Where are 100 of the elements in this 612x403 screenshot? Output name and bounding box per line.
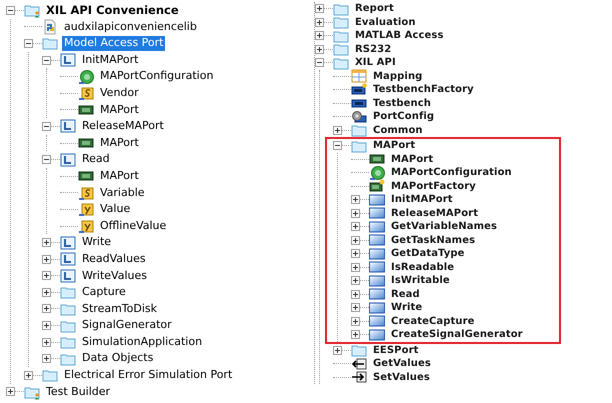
table-icon (351, 68, 367, 84)
tree-item[interactable]: MATLAB Access (353, 30, 446, 42)
tree-item[interactable]: CreateSignalGenerator (389, 329, 525, 340)
expand-toggle[interactable] (315, 18, 324, 27)
tree-item[interactable]: Variable (98, 186, 147, 200)
tree-item[interactable]: TestbenchFactory (371, 84, 476, 96)
tree-item[interactable]: SimulationApplication (80, 334, 204, 350)
tree-item[interactable]: MAPort (98, 168, 141, 184)
tree-item[interactable]: GetDataType (389, 248, 467, 260)
expand-toggle[interactable] (333, 126, 342, 135)
tree-item[interactable]: IsWritable (389, 275, 452, 286)
expand-toggle[interactable] (6, 387, 15, 396)
tree-item[interactable]: PortConfig (371, 111, 436, 122)
expand-toggle[interactable] (315, 4, 324, 14)
tree-item[interactable]: Model Access Port (62, 36, 166, 51)
tree-item[interactable]: ReleaseMAPort (389, 208, 480, 219)
collapse-toggle[interactable] (315, 58, 324, 68)
tree-item[interactable]: audxilapiconveniencelib (62, 20, 199, 34)
tree-item[interactable]: SignalGenerator (80, 318, 174, 333)
framed-l-icon (60, 234, 76, 251)
tree-item[interactable]: GetValues (371, 358, 433, 370)
expand-toggle[interactable] (351, 249, 360, 258)
tree-item[interactable]: Common (371, 124, 425, 136)
tree-item[interactable]: Electrical Error Simulation Port (62, 368, 234, 383)
tree-item[interactable]: XIL API (353, 57, 398, 68)
expand-toggle[interactable] (42, 288, 51, 297)
collapse-toggle[interactable] (6, 6, 15, 15)
tree-item[interactable]: Value (98, 202, 132, 217)
expand-toggle[interactable] (351, 330, 360, 340)
s-square-icon (78, 85, 94, 102)
expand-toggle[interactable] (24, 370, 33, 380)
tree-item[interactable]: Testbench (371, 98, 434, 109)
expand-toggle[interactable] (42, 271, 51, 280)
tree-item[interactable]: CreateCapture (389, 316, 477, 327)
tree-item[interactable]: Capture (80, 285, 128, 300)
tree-item[interactable]: Test Builder (44, 384, 112, 400)
collapse-toggle[interactable] (42, 155, 51, 164)
expand-toggle[interactable] (42, 254, 51, 264)
expand-toggle[interactable] (351, 208, 360, 218)
tree-item[interactable]: Mapping (371, 70, 424, 82)
tree-item[interactable]: ReadValues (80, 252, 148, 266)
expand-toggle[interactable] (351, 236, 360, 245)
window-icon (369, 232, 385, 248)
expand-toggle[interactable] (42, 354, 51, 364)
tree-item[interactable]: Write (389, 302, 424, 314)
collapse-toggle[interactable] (24, 38, 33, 48)
tree-item[interactable]: MAPort (389, 154, 436, 165)
expand-toggle[interactable] (351, 290, 360, 299)
expand-toggle[interactable] (351, 262, 360, 272)
window-icon (369, 286, 385, 302)
tree-item[interactable]: InitMAPort (389, 194, 455, 206)
tree-item[interactable]: MAPortFactory (389, 180, 478, 192)
tree-item[interactable]: MAPort (371, 140, 418, 152)
window-icon (369, 246, 385, 262)
expand-toggle[interactable] (333, 346, 342, 355)
tree-item[interactable]: MAPortConfiguration (389, 167, 514, 178)
collapse-toggle[interactable] (42, 56, 51, 65)
tree-item[interactable]: GetTaskNames (389, 234, 478, 246)
tree-item[interactable]: WriteValues (80, 268, 149, 284)
window-icon (369, 313, 385, 330)
tree-item[interactable]: Write (80, 235, 114, 250)
tree-item[interactable]: MAPortConfiguration (98, 69, 216, 84)
tree-item[interactable]: EESPort (371, 344, 420, 356)
tree-item[interactable]: Report (353, 3, 396, 14)
window-icon (369, 300, 385, 316)
framed-l-icon (60, 152, 76, 168)
expand-toggle[interactable] (315, 31, 324, 40)
tree-item[interactable]: IsReadable (389, 262, 456, 273)
tree-item[interactable]: InitMAPort (80, 52, 140, 68)
tree-item[interactable]: Read (80, 152, 112, 167)
framed-l-icon (60, 268, 76, 284)
tree-item[interactable]: StreamToDisk (80, 302, 160, 316)
tree-item[interactable]: OfflineValue (98, 218, 168, 234)
expand-toggle[interactable] (351, 316, 360, 326)
disc-icon (369, 164, 385, 181)
expand-toggle[interactable] (42, 238, 51, 248)
collapse-toggle[interactable] (333, 141, 342, 150)
expand-toggle[interactable] (315, 44, 324, 54)
tree-item[interactable]: RS232 (353, 44, 394, 55)
tree-item[interactable]: XIL API Convenience (44, 3, 181, 18)
tree-item[interactable]: MAPort (98, 102, 141, 118)
framed-l-icon (60, 118, 76, 134)
expand-toggle[interactable] (351, 195, 360, 204)
expand-toggle[interactable] (42, 338, 51, 347)
tree-item[interactable]: Vendor (98, 86, 141, 101)
expand-toggle[interactable] (351, 303, 360, 312)
tree-item[interactable]: GetVariableNames (389, 221, 500, 232)
tree-item[interactable]: ReleaseMAPort (80, 119, 166, 134)
s-square-icon (78, 184, 94, 201)
collapse-toggle[interactable] (42, 122, 51, 131)
tree-item[interactable]: Read (389, 288, 422, 300)
tree-item[interactable]: Evaluation (353, 16, 418, 28)
tree-item[interactable]: Data Objects (80, 351, 156, 366)
expand-toggle[interactable] (42, 304, 51, 314)
tree-item[interactable]: SetValues (371, 372, 432, 383)
expand-toggle[interactable] (351, 222, 360, 232)
expand-toggle[interactable] (42, 321, 51, 330)
arrow-left-icon (351, 356, 367, 372)
tree-item[interactable]: MAPort (98, 136, 141, 150)
expand-toggle[interactable] (351, 276, 360, 286)
